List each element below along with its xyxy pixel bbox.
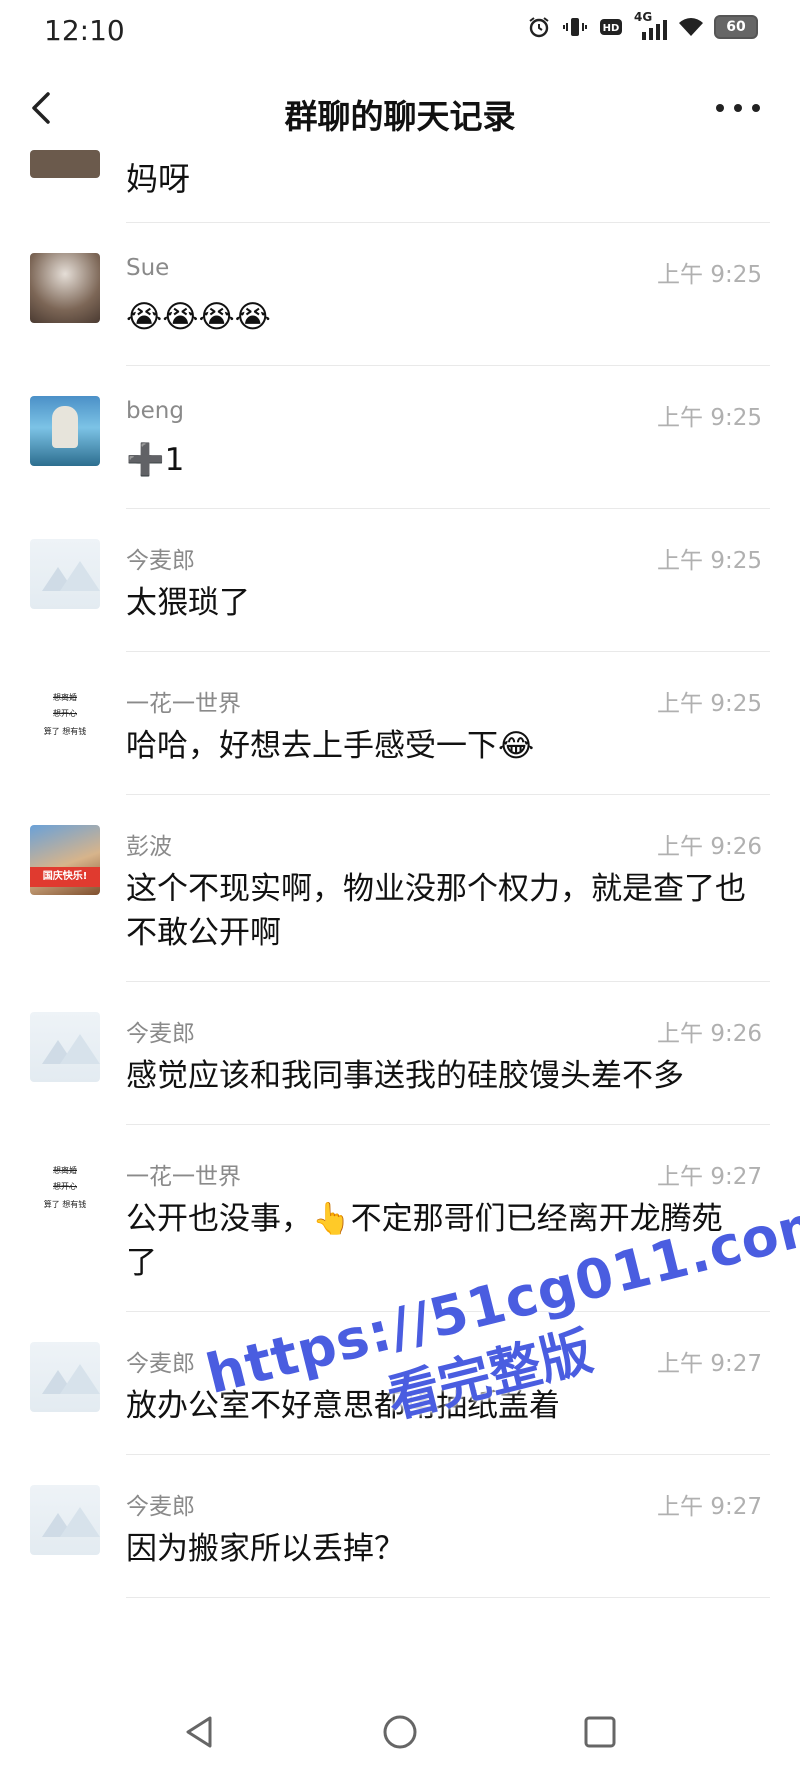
svg-text:HD: HD <box>603 23 620 34</box>
list-item[interactable]: Sue 上午 9:25 😭😭😭😭 <box>0 223 800 365</box>
list-item[interactable]: beng 上午 9:25 ➕1 <box>0 366 800 508</box>
sender-name: 今麦郎 <box>126 548 195 574</box>
list-item[interactable]: 想离婚 想开心 算了 想有钱 一花一世界 上午 9:27 公开也没事，👆不定那哥… <box>0 1125 800 1311</box>
sender-name: 一花一世界 <box>126 691 241 717</box>
square-recents-icon <box>584 1716 616 1748</box>
sender-name: 彭波 <box>126 834 172 860</box>
avatar[interactable] <box>30 396 100 466</box>
message-text: 妈呀 <box>126 160 191 198</box>
message-text: 哈哈，好想去上手感受一下😂 <box>126 728 535 764</box>
avatar-text-2: 想开心 <box>53 1182 77 1191</box>
triangle-back-icon <box>186 1716 212 1748</box>
avatar-text-1: 想离婚 <box>53 1166 77 1175</box>
avatar[interactable]: 国庆快乐! <box>30 825 100 895</box>
message-text: 这个不现实啊，物业没那个权力，就是查了也不敢公开啊 <box>126 871 746 951</box>
message-list[interactable]: 妈呀 Sue 上午 9:25 😭😭😭😭 beng 上午 9:25 ➕1 今麦郎 … <box>0 150 800 1665</box>
avatar[interactable] <box>30 253 100 323</box>
message-time: 上午 9:25 <box>657 405 762 431</box>
status-bar: 12:10 HD 4G 60 <box>0 0 800 62</box>
alarm-icon <box>526 14 552 40</box>
list-item-partial: 妈呀 <box>0 150 800 222</box>
list-item[interactable]: 今麦郎 上午 9:27 放办公室不好意思都用抽纸盖着 <box>0 1312 800 1454</box>
message-text: 因为搬家所以丢掉？ <box>126 1531 405 1567</box>
message-text: 公开也没事，👆不定那哥们已经离开龙腾苑了 <box>126 1201 723 1281</box>
message-time: 上午 9:25 <box>657 262 762 288</box>
system-nav-bar <box>0 1680 800 1784</box>
circle-home-icon <box>383 1715 417 1749</box>
status-icons: HD 4G 60 <box>526 10 758 40</box>
nav-recents-button[interactable] <box>578 1710 622 1754</box>
list-item[interactable]: 今麦郎 上午 9:27 因为搬家所以丢掉？ <box>0 1455 800 1597</box>
nav-back-button[interactable] <box>178 1710 222 1754</box>
more-dot-icon <box>734 104 742 112</box>
message-time: 上午 9:26 <box>657 1021 762 1047</box>
message-text: 感觉应该和我同事送我的硅胶馒头差不多 <box>126 1058 684 1094</box>
list-item[interactable]: 想离婚 想开心 算了 想有钱 一花一世界 上午 9:25 哈哈，好想去上手感受一… <box>0 652 800 794</box>
list-item[interactable]: 国庆快乐! 彭波 上午 9:26 这个不现实啊，物业没那个权力，就是查了也不敢公… <box>0 795 800 981</box>
list-item[interactable]: 今麦郎 上午 9:25 太猥琐了 <box>0 509 800 651</box>
list-item[interactable]: 今麦郎 上午 9:26 感觉应该和我同事送我的硅胶馒头差不多 <box>0 982 800 1124</box>
message-time: 上午 9:27 <box>657 1494 762 1520</box>
avatar-text-2: 想开心 <box>53 709 77 718</box>
avatar[interactable] <box>30 1342 100 1412</box>
avatar[interactable] <box>30 1485 100 1555</box>
status-time: 12:10 <box>44 14 125 47</box>
message-text: 太猥琐了 <box>126 585 250 621</box>
message-text: ➕1 <box>126 442 185 478</box>
message-time: 上午 9:26 <box>657 834 762 860</box>
header: 群聊的聊天记录 <box>0 62 800 158</box>
sender-name: Sue <box>126 255 170 281</box>
sender-name: beng <box>126 398 184 424</box>
avatar-text-1: 想离婚 <box>53 693 77 702</box>
vibrate-icon <box>562 14 588 40</box>
nav-home-button[interactable] <box>378 1710 422 1754</box>
avatar-badge: 国庆快乐! <box>30 867 100 887</box>
message-text: 放办公室不好意思都用抽纸盖着 <box>126 1388 560 1424</box>
battery-level: 60 <box>726 19 746 35</box>
divider <box>126 1597 770 1598</box>
more-dot-icon <box>752 104 760 112</box>
avatar[interactable] <box>30 539 100 609</box>
avatar-text-3: 算了 想有钱 <box>43 727 87 736</box>
4g-signal-icon: 4G <box>634 10 668 40</box>
avatar[interactable] <box>30 1012 100 1082</box>
sender-name: 今麦郎 <box>126 1494 195 1520</box>
more-button[interactable] <box>716 92 760 124</box>
sender-name: 今麦郎 <box>126 1351 195 1377</box>
message-text: 😭😭😭😭 <box>126 299 271 335</box>
battery-icon: 60 <box>714 15 758 39</box>
more-dot-icon <box>716 104 724 112</box>
message-time: 上午 9:27 <box>657 1164 762 1190</box>
hd-icon: HD <box>598 14 624 40</box>
message-time: 上午 9:25 <box>657 691 762 717</box>
sender-name: 一花一世界 <box>126 1164 241 1190</box>
wifi-icon <box>678 14 704 40</box>
avatar[interactable]: 想离婚 想开心 算了 想有钱 <box>30 1155 100 1225</box>
sender-name: 今麦郎 <box>126 1021 195 1047</box>
message-time: 上午 9:25 <box>657 548 762 574</box>
avatar[interactable]: 想离婚 想开心 算了 想有钱 <box>30 682 100 752</box>
avatar <box>30 150 100 178</box>
message-time: 上午 9:27 <box>657 1351 762 1377</box>
page-title: 群聊的聊天记录 <box>284 97 516 136</box>
avatar-text-3: 算了 想有钱 <box>43 1200 87 1209</box>
